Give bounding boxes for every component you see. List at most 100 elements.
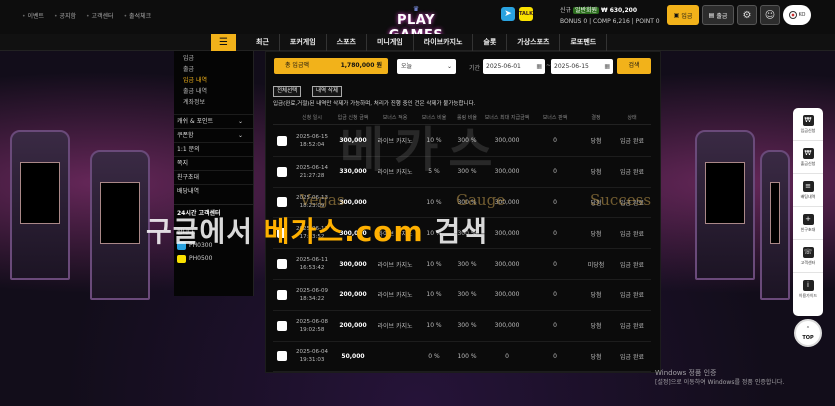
delete-history-button[interactable]: 내역 삭제 [312,86,342,97]
row-amount: 300,000 [339,260,367,268]
nav-item-lotto[interactable]: 로또펜드 [560,34,608,51]
select-all-button[interactable]: 전체선택 [273,86,302,97]
wallet-icon: ▣ [673,11,680,19]
calendar-icon[interactable]: ▦ [604,59,610,74]
watermark-word: Gauge [456,191,506,209]
top-link-events[interactable]: 이벤트 [22,11,44,20]
row-bonus-rate: 10 % [426,260,442,268]
row-checkbox[interactable] [277,197,287,208]
submenu-deposit-history[interactable]: 입금 내역 [174,75,253,86]
scroll-top-button[interactable]: ⌃ TOP [794,319,822,347]
row-result: 당첨 [590,169,602,177]
row-date: 2025-06-14 21:27:28 [296,164,328,179]
calendar-icon[interactable]: ▦ [536,59,542,74]
site-logo[interactable]: ♛ PLAY GAMES [376,6,456,44]
row-status: 입금 완료 [620,230,644,238]
submenu-withdraw[interactable]: 출금 [174,64,253,75]
header-check [273,111,291,124]
row-amount: 200,000 [339,322,367,330]
profile-icon[interactable]: ☺ [760,5,780,25]
right-quick-bar: ₩ 입금신청 ₩ 출금신청 ≡ 배팅내역 + 친구초대 ☏ 고객센터 i 이용가이드 [793,108,823,316]
nav-item-virtual-sports[interactable]: 가상스포츠 [507,34,561,51]
table-row: 2025-06-09 18:34:22 200,000 라이브 카지노 10 % 300… [273,280,651,311]
row-bonus-max: 0 [505,352,509,360]
windows-activation-notice: Windows 정품 인증 [설정]으로 이동하여 Windows를 정품 인증… [655,369,785,386]
top-link-notice[interactable]: 공지함 [54,11,76,20]
row-bonus-type: 라이브 카지노 [377,261,413,269]
quick-bet-history[interactable]: ≡ 배팅내역 [793,174,823,207]
row-bonus-rate: 0 % [428,352,440,360]
nav-item-live-casino[interactable]: 라이브카지노 [414,34,474,51]
row-result: 당첨 [590,323,602,331]
search-button[interactable]: 검색 [617,58,651,74]
header-status: 상태 [627,115,637,121]
table-row: 2025-06-11 16:53:42 300,000 라이브 카지노 10 % 300… [273,249,651,280]
chevron-down-icon: ⌄ [237,132,243,139]
side-section-inquiry[interactable]: 1:1 문의 [174,142,253,156]
side-section-cash-point[interactable]: 캐쉬 & 포인트 ⌄ [174,114,253,128]
row-date: 2025-06-09 18:34:22 [296,287,328,302]
withdraw-icon: ₩ [802,147,814,159]
row-checkbox[interactable] [277,320,287,331]
date-from-input[interactable]: 2025-06-01 ▦ [483,59,545,74]
withdraw-button[interactable]: ▤ 출금 [702,5,734,25]
slot-machine-illustration [695,130,755,280]
top-link-attendance[interactable]: 출석체크 [124,11,151,20]
contact-kakao[interactable]: PH0500 [177,254,250,264]
quick-guide[interactable]: i 이용가이드 [793,273,823,306]
quick-deposit[interactable]: ₩ 입금신청 [793,108,823,141]
quick-invite[interactable]: + 친구초대 [793,207,823,240]
row-result: 당첨 [590,230,602,238]
kakao-icon[interactable]: TALK [519,7,533,21]
quick-withdraw[interactable]: ₩ 출금신청 [793,141,823,174]
row-checkbox[interactable] [277,166,287,177]
hamburger-menu-icon[interactable]: ☰ [211,34,236,51]
date-to-input[interactable]: 2025-06-15 ▦ [551,59,613,74]
top-link-support[interactable]: 고객센터 [86,11,113,20]
point-value: POINT 0 [635,18,660,25]
header-date: 신청 일시 [302,115,322,121]
row-bonus-amount: 0 [553,291,557,299]
submenu-account-info[interactable]: 계좌정보 [174,97,253,108]
user-name: 신규 [560,7,572,14]
language-selector[interactable]: KO [783,5,811,25]
row-bonus-amount: 0 [553,260,557,268]
submenu-deposit[interactable]: 입금 [174,53,253,64]
side-section-invite[interactable]: 친구초대 [174,170,253,184]
row-bonus-rate: 10 % [426,291,442,299]
side-section-message[interactable]: 쪽지 [174,156,253,170]
settings-icon[interactable]: ⚙ [737,5,757,25]
nav-item-slot[interactable]: 슬롯 [473,34,508,51]
row-result: 당첨 [590,353,602,361]
row-checkbox[interactable] [277,259,287,270]
comp-value: COMP 6,216 [593,18,630,25]
row-rolling-rate: 300 % [457,260,477,268]
deposit-button[interactable]: ▣ 입금 [667,5,699,25]
row-checkbox[interactable] [277,289,287,300]
header-bonus-amount: 보너스 판액 [542,115,568,121]
add-user-icon: + [802,213,814,225]
row-bonus-amount: 0 [553,168,557,176]
side-section-bet-history[interactable]: 배당내역 [174,184,253,198]
row-checkbox[interactable] [277,135,287,146]
nav-item-sports[interactable]: 스포츠 [327,34,367,51]
nav-item-recent[interactable]: 최근 [246,34,280,51]
side-section-coupon[interactable]: 쿠폰함 ⌄ [174,128,253,142]
row-result: 당첨 [590,292,602,300]
row-bonus-rate: 10 % [426,198,442,206]
telegram-icon[interactable]: ➤ [501,7,515,21]
row-status: 입금 완료 [620,261,644,269]
row-bonus-type: 라이브 카지노 [377,323,413,331]
quick-support[interactable]: ☏ 고객센터 [793,240,823,273]
nav-item-minigame[interactable]: 미니게임 [367,34,414,51]
nav-item-poker[interactable]: 포커게임 [280,34,327,51]
period-select[interactable]: 오늘 ⌄ [397,59,456,74]
row-bonus-max: 300,000 [494,322,520,330]
total-deposit-value: 1,780,000 원 [320,58,388,74]
row-checkbox[interactable] [277,351,287,362]
submenu-withdraw-history[interactable]: 출금 내역 [174,86,253,97]
row-status: 입금 완료 [620,353,644,361]
top-bar: 이벤트 공지함 고객센터 출석체크 ♛ PLAY GAMES ➤ TALK 신규… [0,0,835,44]
row-rolling-rate: 300 % [457,322,477,330]
row-status: 입금 완료 [620,169,644,177]
